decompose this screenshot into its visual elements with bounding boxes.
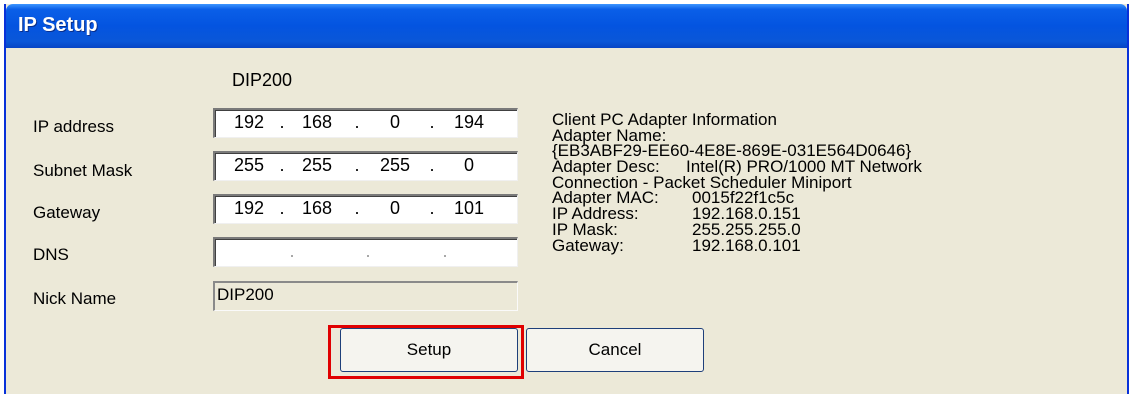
ip-setup-dialog: IP Setup DIP200 IP address 192 . 168 . 0…	[4, 4, 1129, 394]
mask-octet-2[interactable]: 255	[295, 155, 339, 176]
ip-octet-1[interactable]: 192	[227, 112, 271, 133]
octet-separator: .	[289, 241, 295, 261]
subnet-mask-label: Subnet Mask	[33, 161, 133, 180]
octet-separator: .	[442, 241, 448, 261]
octet-separator: .	[279, 112, 285, 132]
octet-separator: .	[354, 112, 360, 132]
nick-name-value: DIP200	[217, 285, 274, 304]
dns-label: DNS	[33, 245, 69, 264]
gateway-octet-3[interactable]: 0	[373, 198, 417, 219]
setup-button[interactable]: Setup	[340, 328, 518, 372]
gateway-octet-1[interactable]: 192	[227, 198, 271, 219]
subnet-mask-field[interactable]: 255 . 255 . 255 . 0	[213, 151, 518, 181]
mask-octet-3[interactable]: 255	[373, 155, 417, 176]
adapter-gateway-label: Gateway:	[552, 235, 624, 255]
octet-separator: .	[365, 241, 371, 261]
octet-separator: .	[279, 198, 285, 218]
adapter-gateway-value: 192.168.0.101	[692, 235, 801, 255]
ip-octet-3[interactable]: 0	[373, 112, 417, 133]
gateway-octet-2[interactable]: 168	[295, 198, 339, 219]
ip-octet-2[interactable]: 168	[295, 112, 339, 133]
octet-separator: .	[429, 112, 435, 132]
adapter-info-panel: Client PC Adapter Information Adapter Na…	[552, 111, 922, 255]
title-bar[interactable]: IP Setup	[6, 4, 1127, 48]
mask-octet-4[interactable]: 0	[447, 155, 491, 176]
octet-separator: .	[354, 198, 360, 218]
adapter-gateway-row: Gateway: 192.168.0.101	[552, 235, 922, 255]
octet-separator: .	[354, 155, 360, 175]
octet-separator: .	[429, 198, 435, 218]
ip-address-label: IP address	[33, 117, 114, 136]
device-name-label: DIP200	[232, 70, 293, 90]
mask-octet-1[interactable]: 255	[227, 155, 271, 176]
gateway-field[interactable]: 192 . 168 . 0 . 101	[213, 194, 518, 224]
octet-separator: .	[279, 155, 285, 175]
window-title: IP Setup	[18, 14, 98, 36]
cancel-button[interactable]: Cancel	[526, 328, 704, 372]
ip-address-field[interactable]: 192 . 168 . 0 . 194	[213, 108, 518, 138]
gateway-label: Gateway	[33, 203, 101, 222]
dns-field[interactable]: . . .	[213, 237, 518, 267]
gateway-octet-4[interactable]: 101	[447, 198, 491, 219]
nick-name-label: Nick Name	[33, 289, 117, 308]
octet-separator: .	[429, 155, 435, 175]
ip-octet-4[interactable]: 194	[447, 112, 491, 133]
nick-name-field[interactable]: DIP200	[213, 281, 518, 311]
